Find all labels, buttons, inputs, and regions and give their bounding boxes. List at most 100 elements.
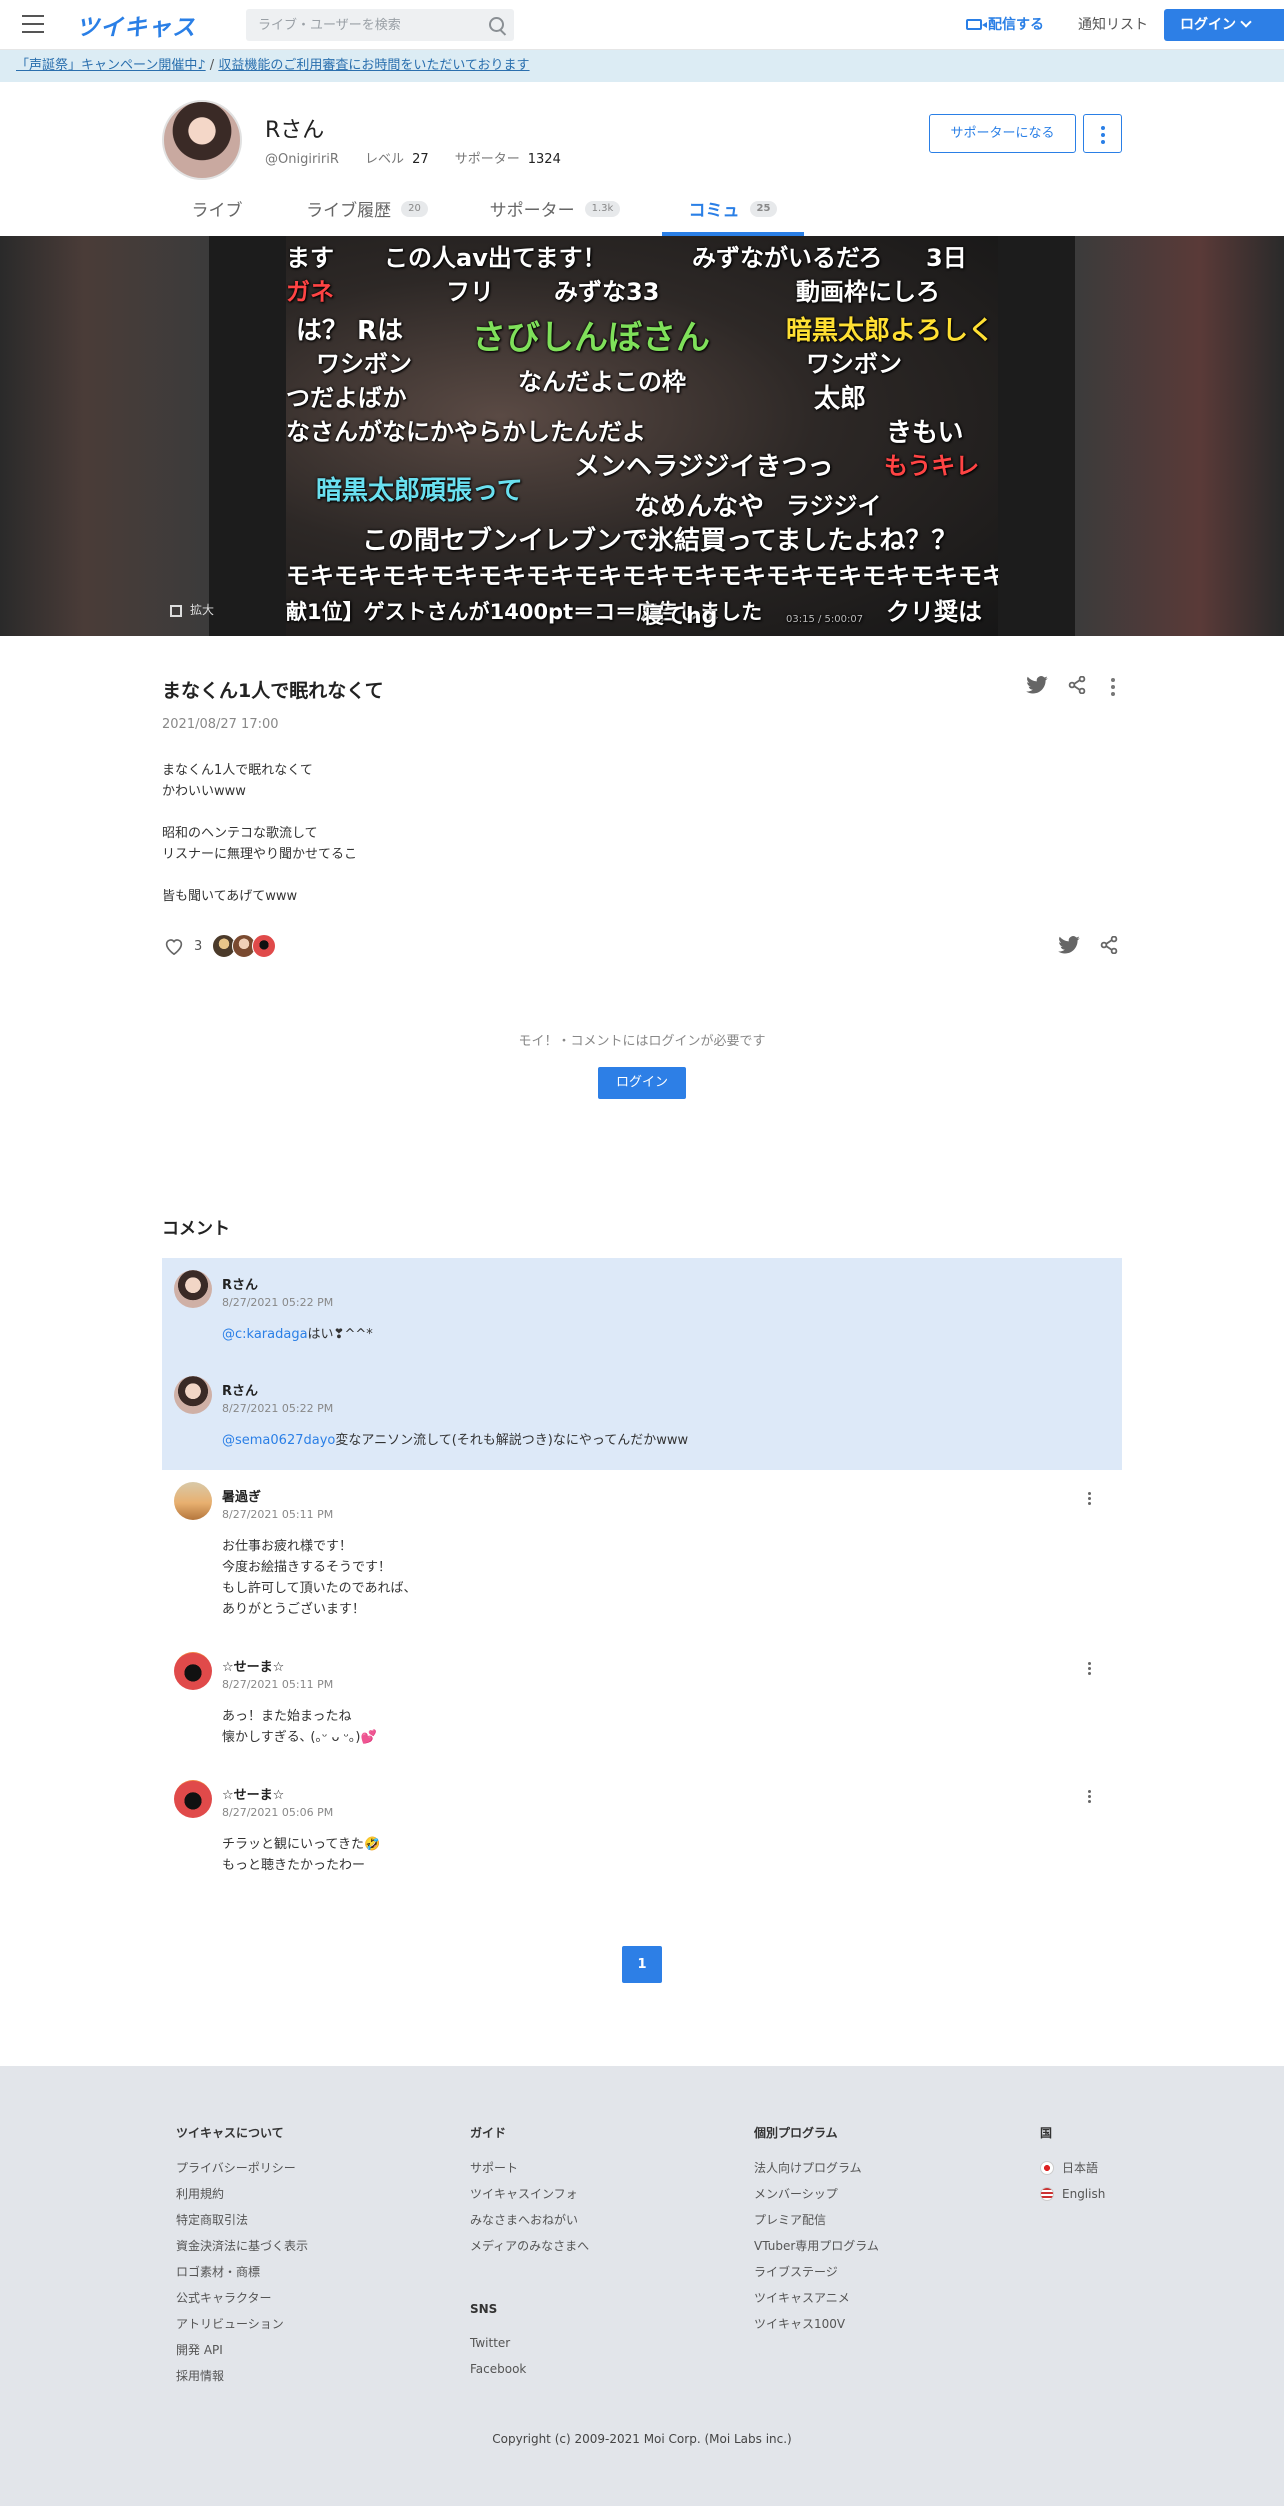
commenter-avatar[interactable] — [174, 1270, 212, 1308]
footer-link[interactable]: メンバーシップ — [754, 2187, 879, 2213]
footer-link[interactable]: ライブステージ — [754, 2265, 879, 2291]
tab-live-history-label: ライブ履歴 — [306, 201, 392, 221]
danmaku-comment: モキモキモキモキモキモキモキモキモキモキモキモキモキモキモキ — [286, 562, 998, 590]
camera-icon — [966, 18, 987, 30]
supporter-label: サポーター — [454, 152, 520, 167]
video-player[interactable]: ます この人av出てます！ みずながいるだろ 3日 ガネ フリ みずな33 動画… — [0, 236, 1284, 636]
post-body-line: 昭和のヘンテコな歌流して — [162, 826, 318, 841]
profile-more-button[interactable] — [1083, 114, 1122, 153]
danmaku-comment: 動画枠にしろ — [796, 278, 940, 306]
tab-community-count: 25 — [749, 201, 778, 217]
copyright: Copyright (c) 2009-2021 Moi Corp. (Moi L… — [492, 2432, 792, 2446]
search-box[interactable] — [246, 9, 514, 41]
comment-more-icon[interactable] — [1088, 1790, 1091, 1805]
footer-link[interactable]: 利用規約 — [176, 2187, 308, 2213]
danmaku-comment: ます — [286, 244, 334, 272]
footer-link[interactable]: プレミア配信 — [754, 2213, 879, 2239]
expand-label: 拡大 — [190, 603, 215, 617]
footer-link[interactable]: サポート — [470, 2161, 589, 2187]
tab-community[interactable]: コミュ 25 — [662, 190, 804, 236]
language-japanese[interactable]: 日本語 — [1040, 2160, 1105, 2187]
commenter-name[interactable]: 暑過ぎ — [222, 1486, 261, 1505]
expand-button[interactable]: 拡大 — [170, 601, 214, 618]
comment-line: チラッと観にいってきた🤣 — [222, 1837, 381, 1852]
search-icon[interactable] — [489, 17, 504, 32]
commenter-name[interactable]: ☆せーま☆ — [222, 1784, 284, 1803]
post-body-line — [162, 802, 357, 823]
footer-link[interactable]: 特定商取引法 — [176, 2213, 308, 2239]
comment-item: ☆せーま☆ 8/27/2021 05:06 PM チラッと観にいってきた🤣 もっ… — [162, 1768, 1122, 1896]
commenter-avatar[interactable] — [174, 1652, 212, 1690]
language-label: 日本語 — [1062, 2161, 1099, 2175]
share-icon[interactable] — [1068, 675, 1086, 698]
comment-item: 暑過ぎ 8/27/2021 05:11 PM お仕事お疲れ様です！ 今度お絵描き… — [162, 1470, 1122, 1640]
header-login-button[interactable]: ログイン — [1164, 9, 1284, 41]
comment-line: お仕事お疲れ様です！ — [222, 1539, 353, 1554]
footer-link[interactable]: ツイキャスアニメ — [754, 2291, 879, 2317]
comment-more-icon[interactable] — [1088, 1492, 1091, 1507]
campaign-link[interactable]: 「声誕祭」キャンペーン開催中♪ — [16, 58, 206, 73]
menu-icon[interactable] — [22, 15, 44, 33]
comment-more-icon[interactable] — [1088, 1662, 1091, 1677]
twitter-share-icon[interactable] — [1026, 676, 1048, 698]
site-footer: ツイキャスについて プライバシーポリシー 利用規約 特定商取引法 資金決済法に基… — [0, 2066, 1284, 2506]
become-supporter-button[interactable]: サポーターになる — [929, 114, 1076, 153]
danmaku-comment: ワシボン — [316, 350, 412, 378]
language-english[interactable]: English — [1040, 2186, 1105, 2213]
profile-handle: @OnigiririR — [265, 152, 339, 167]
profile-avatar[interactable] — [162, 100, 242, 180]
comment-time: 8/27/2021 05:11 PM — [222, 1508, 334, 1521]
footer-heading: ガイド — [470, 2126, 507, 2140]
footer-link[interactable]: プライバシーポリシー — [176, 2161, 308, 2187]
share-icon-bottom[interactable] — [1100, 935, 1118, 958]
commenter-avatar[interactable] — [174, 1780, 212, 1818]
login-button[interactable]: ログイン — [598, 1067, 686, 1099]
revenue-notice-link[interactable]: 収益機能のご利用審査にお時間をいただいております — [218, 58, 529, 73]
tab-live[interactable]: ライブ — [180, 190, 254, 236]
tab-live-history[interactable]: ライブ履歴 20 — [296, 190, 438, 236]
footer-country: 国 日本語 English — [1040, 2124, 1105, 2213]
footer-link[interactable]: 公式キャラクター — [176, 2291, 308, 2317]
comment-line: 懐かしすぎる､ (｡ᵕ ᴗ ᵕ｡)💕 — [222, 1730, 377, 1745]
commenter-name[interactable]: ☆せーま☆ — [222, 1656, 284, 1675]
comment-mention[interactable]: @sema0627dayo — [222, 1433, 335, 1448]
commenter-avatar[interactable] — [174, 1376, 212, 1414]
footer-link[interactable]: 開発 API — [176, 2343, 308, 2369]
footer-link[interactable]: 法人向けプログラム — [754, 2161, 879, 2187]
footer-link[interactable]: Facebook — [470, 2362, 526, 2388]
twitter-share-icon-bottom[interactable] — [1058, 936, 1080, 958]
notify-list-link[interactable]: 通知リスト — [1078, 0, 1148, 50]
tab-supporters-label: サポーター — [489, 201, 575, 221]
comment-item: ☆せーま☆ 8/27/2021 05:11 PM あっ！また始まったね 懐かしす… — [162, 1640, 1122, 1768]
liker-avatar[interactable] — [252, 934, 276, 958]
footer-link[interactable]: アトリビューション — [176, 2317, 308, 2343]
footer-link[interactable]: ツイキャスインフォ — [470, 2187, 589, 2213]
footer-link[interactable]: ツイキャス100V — [754, 2317, 879, 2343]
footer-link[interactable]: ロゴ素材・商標 — [176, 2265, 308, 2291]
footer-link[interactable]: 資金決済法に基づく表示 — [176, 2239, 308, 2265]
post-body-line: まなくん1人で眠れなくて — [162, 763, 313, 778]
pagination-page-1[interactable]: 1 — [622, 1946, 662, 1983]
comment-mention[interactable]: @c:karadaga — [222, 1327, 308, 1342]
search-input[interactable] — [246, 9, 476, 41]
footer-link[interactable]: みなさまへおねがい — [470, 2213, 589, 2239]
twitcasting-logo[interactable]: ツイキャス — [76, 8, 196, 42]
post-more-icon[interactable] — [1111, 678, 1115, 699]
commenter-name[interactable]: Rさん — [222, 1274, 258, 1293]
broadcast-button[interactable]: 配信する — [966, 0, 1044, 50]
tab-supporters[interactable]: サポーター 1.3k — [480, 190, 630, 236]
footer-link[interactable]: VTuber専用プログラム — [754, 2239, 879, 2265]
comment-line: もっと聴きたかったわー — [222, 1858, 366, 1873]
footer-link[interactable]: メディアのみなさまへ — [470, 2239, 589, 2265]
danmaku-comment: みずながいるだろ — [692, 244, 883, 272]
profile-name[interactable]: Rさん — [265, 112, 324, 144]
footer-link[interactable]: 採用情報 — [176, 2369, 308, 2395]
footer-link[interactable]: Twitter — [470, 2336, 526, 2362]
comment-line: はい❣^^* — [307, 1327, 373, 1342]
heart-icon[interactable] — [164, 937, 184, 955]
commenter-name[interactable]: Rさん — [222, 1380, 258, 1399]
commenter-avatar[interactable] — [174, 1482, 212, 1520]
footer-heading: ツイキャスについて — [176, 2126, 284, 2140]
video-screen: ます この人av出てます！ みずながいるだろ 3日 ガネ フリ みずな33 動画… — [286, 236, 998, 636]
tab-community-label: コミュ — [688, 201, 740, 221]
